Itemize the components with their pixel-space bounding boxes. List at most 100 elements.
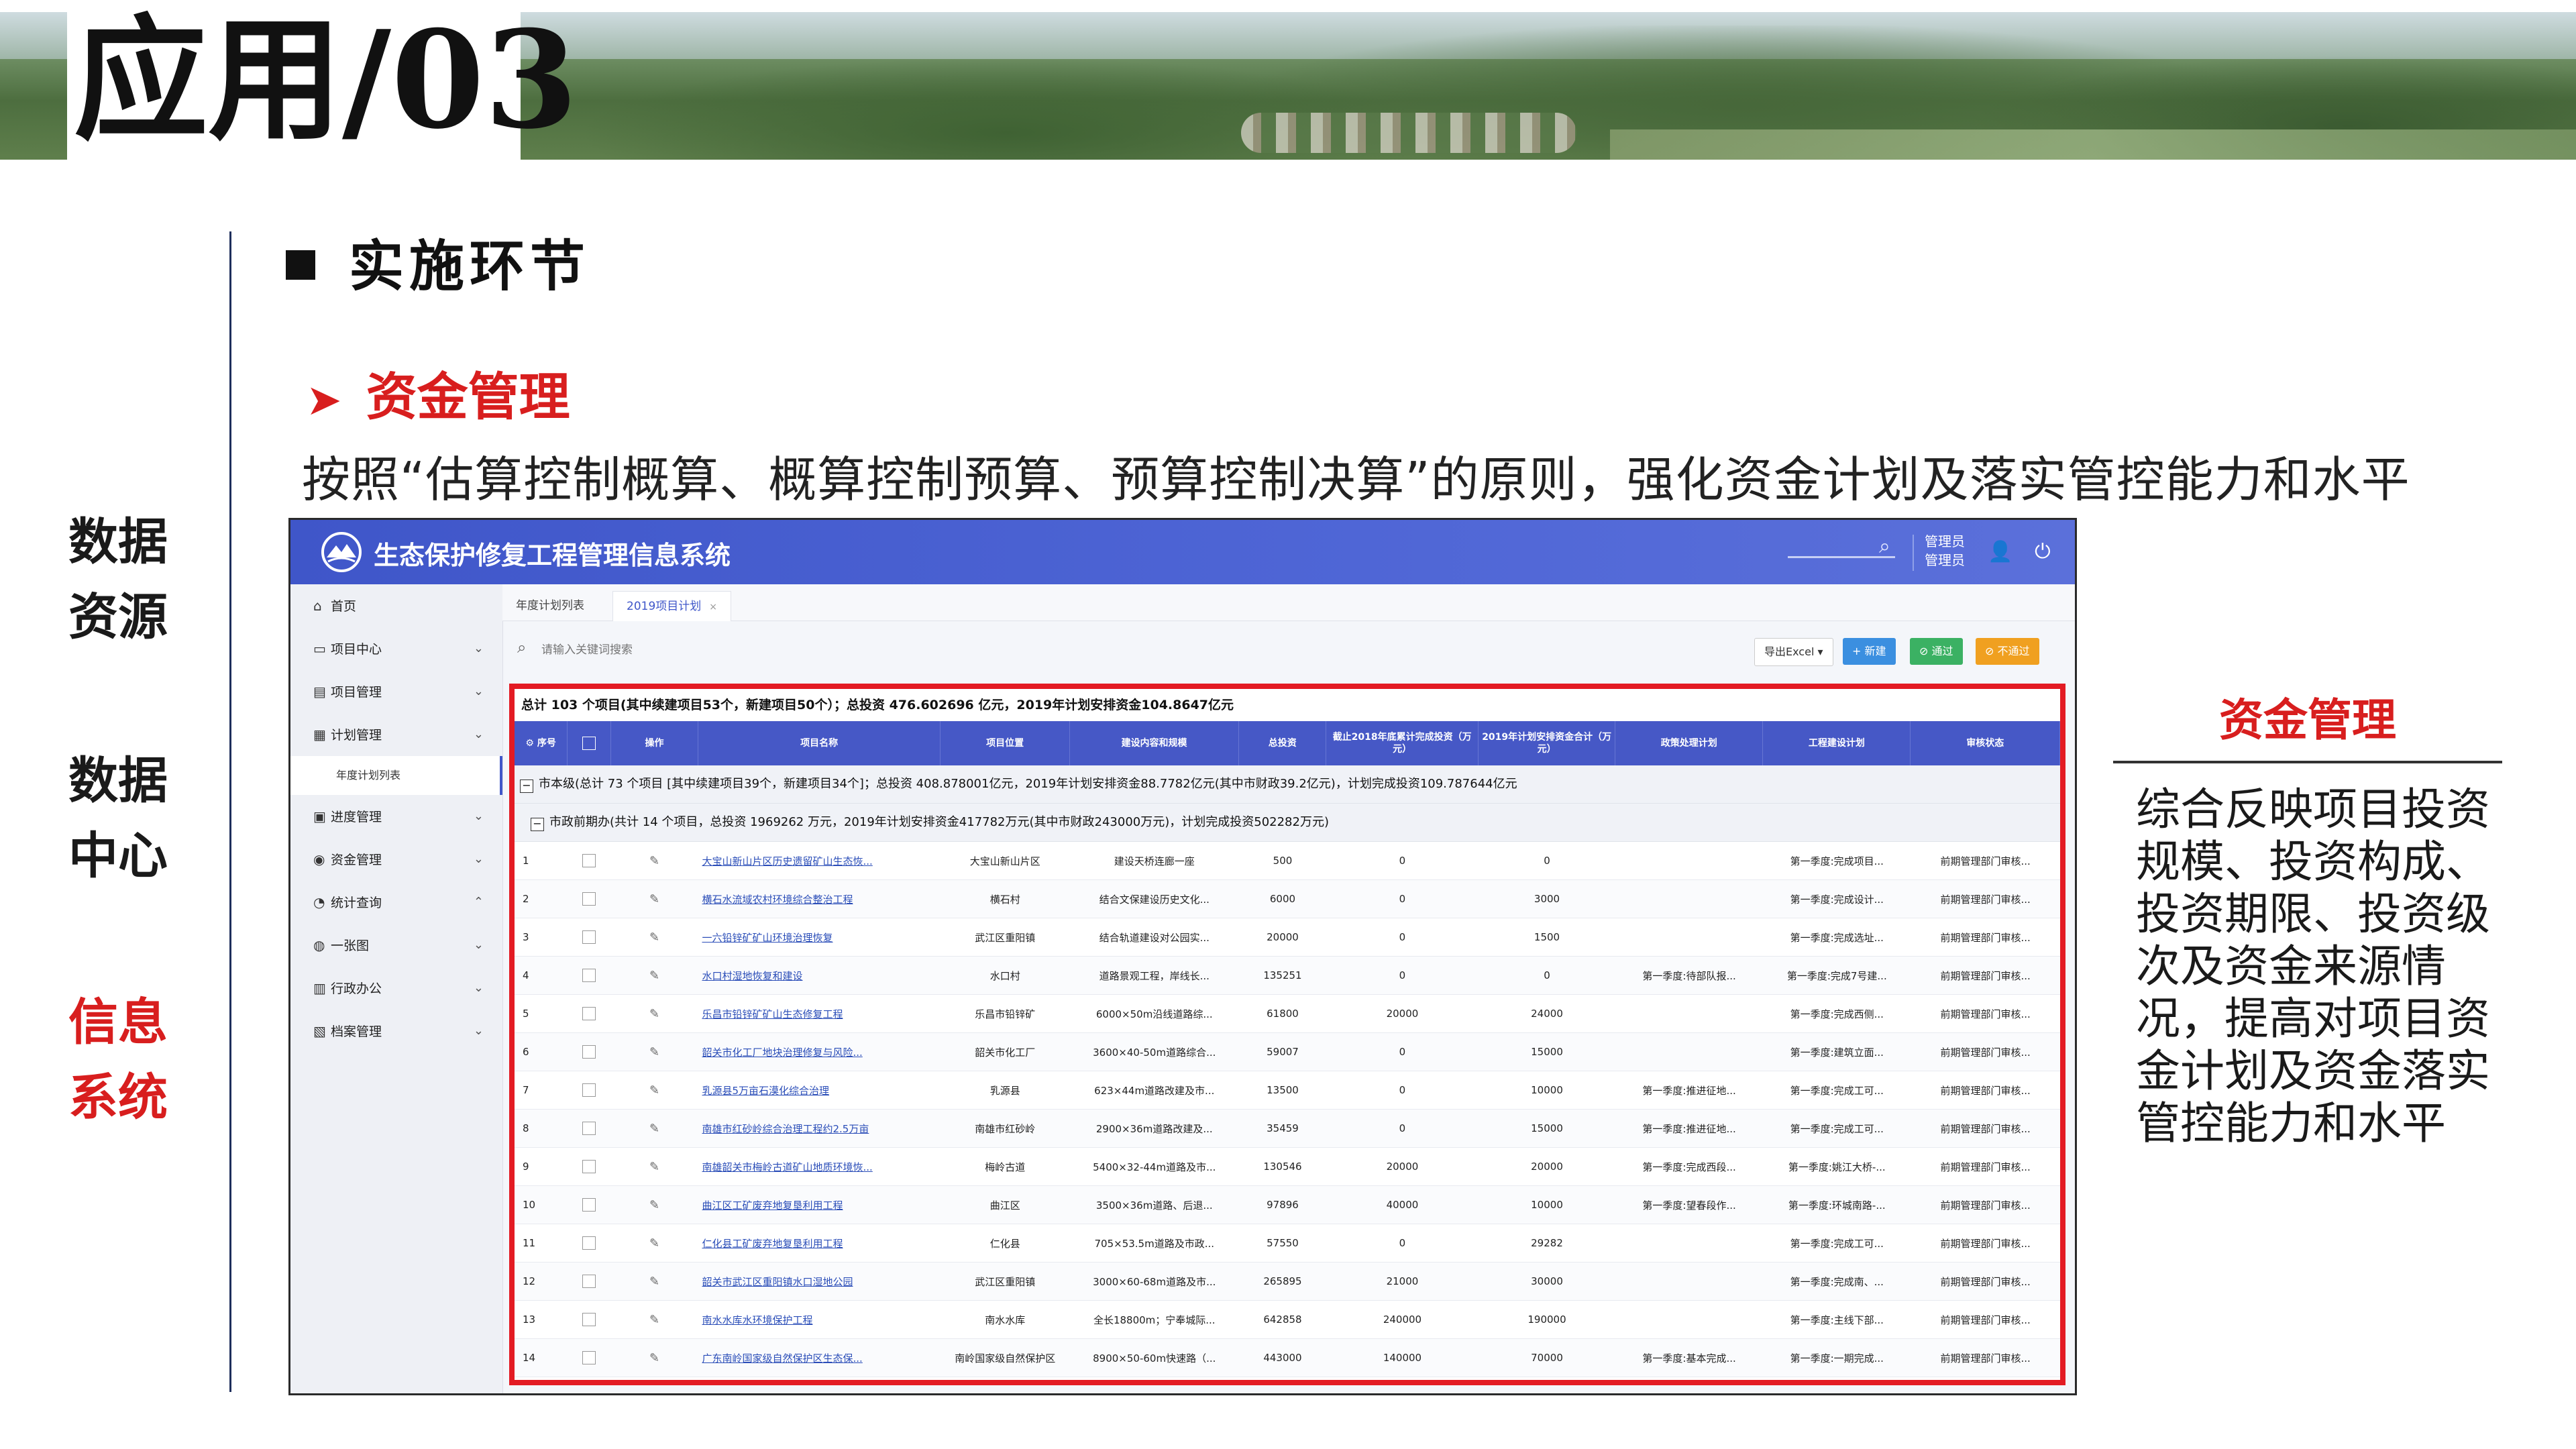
edit-icon[interactable]: ✎ — [649, 1160, 659, 1174]
cell-review-status: 前期管理部门审核... — [1911, 1071, 2060, 1110]
edit-icon[interactable]: ✎ — [649, 892, 659, 906]
cell-project-name-link[interactable]: 韶关市化工厂地块治理修复与风险... — [698, 1032, 941, 1071]
edit-icon[interactable]: ✎ — [649, 1236, 659, 1250]
group-row-city-level[interactable]: − 市本级(总计 73 个项目 [其中续建项目39个，新建项目34个]；总投资 4… — [515, 765, 2060, 804]
table-row[interactable]: 2 ✎ 横石水流域农村环境综合整治工程 横石村 结合文保建设历史文化... 6000 0 30… — [515, 879, 2060, 918]
sidebar-item-admin-office[interactable]: ▥ 行政办公 ⌄ — [290, 967, 502, 1010]
row-checkbox[interactable] — [582, 1007, 596, 1020]
row-checkbox[interactable] — [582, 1275, 596, 1288]
export-excel-button[interactable]: 导出Excel ▾ — [1754, 638, 1833, 666]
cell-project-name-link[interactable]: 南雄韶关市梅岭古道矿山地质环境恢... — [698, 1147, 941, 1186]
cell-project-name-link[interactable]: 横石水流域农村环境综合整治工程 — [698, 879, 941, 918]
side-label-info-system[interactable]: 信息 系统 — [64, 985, 172, 1135]
column-header-select-all[interactable] — [567, 721, 612, 765]
cell-project-name-link[interactable]: 仁化县工矿废弃地复垦利用工程 — [698, 1224, 941, 1263]
user-name[interactable]: 管理员 管理员 — [1925, 532, 1965, 570]
side-label-data-center[interactable]: 数据 中心 — [64, 743, 172, 894]
table-row[interactable]: 8 ✎ 南雄市红砂岭综合治理工程约2.5万亩 南雄市红砂岭 2900×36m道路改建及.… — [515, 1109, 2060, 1148]
table-row[interactable]: 12 ✎ 韶关市武江区重阳镇水口湿地公园 武江区重阳镇 3000×60-68m道路及市.… — [515, 1262, 2060, 1301]
cell-policy-plan — [1615, 1262, 1764, 1301]
row-checkbox[interactable] — [582, 1351, 596, 1364]
cell-project-name-link[interactable]: 一六铅锌矿矿山环境治理恢复 — [698, 918, 941, 957]
row-checkbox[interactable] — [582, 1313, 596, 1326]
sidebar-item-progress-management[interactable]: ▣ 进度管理 ⌄ — [290, 795, 502, 838]
tab-label: 2019项目计划 — [627, 600, 702, 613]
sidebar-item-project-center[interactable]: ▭ 项目中心 ⌄ — [290, 627, 502, 670]
edit-icon[interactable]: ✎ — [649, 930, 659, 945]
table-row[interactable]: 4 ✎ 水口村湿地恢复和建设 水口村 道路景观工程，岸线长... 135251 0 0 第一季度… — [515, 956, 2060, 995]
new-button[interactable]: + 新建 — [1843, 638, 1896, 665]
edit-icon[interactable]: ✎ — [649, 969, 659, 983]
row-checkbox[interactable] — [582, 1083, 596, 1097]
row-checkbox[interactable] — [582, 969, 596, 982]
edit-icon[interactable]: ✎ — [649, 1083, 659, 1097]
cell-content: 3500×36m道路、后退... — [1069, 1185, 1240, 1224]
table-row[interactable]: 1 ✎ 大宝山新山片区历史遗留矿山生态恢... 大宝山新山片区 建设天桥连廊一座 500 0… — [515, 842, 2060, 880]
cell-select — [567, 1338, 611, 1377]
sidebar-item-plan-management[interactable]: ▦ 计划管理 ⌄ — [290, 713, 502, 756]
cell-project-name-link[interactable]: 大宝山新山片区历史遗留矿山生态恢... — [698, 842, 941, 880]
edit-icon[interactable]: ✎ — [649, 1198, 659, 1212]
cell-project-name-link[interactable]: 乐昌市铅锌矿矿山生态修复工程 — [698, 994, 941, 1033]
close-icon[interactable]: × — [709, 602, 717, 612]
sidebar-item-project-management[interactable]: ▤ 项目管理 ⌄ — [290, 670, 502, 713]
cell-content: 道路景观工程，岸线长... — [1069, 956, 1240, 995]
tab-2019-project-plan[interactable]: 2019项目计划 × — [612, 591, 731, 621]
sidebar-item-one-map[interactable]: ◍ 一张图 ⌄ — [290, 924, 502, 967]
select-all-checkbox[interactable] — [582, 737, 596, 750]
edit-icon[interactable]: ✎ — [649, 1007, 659, 1021]
tab-annual-plan-list[interactable]: 年度计划列表 — [502, 591, 598, 621]
sidebar-item-statistics-query[interactable]: ◔ 统计查询 ⌃ — [290, 881, 502, 924]
group-row-municipal-office[interactable]: − 市政前期办(共计 14 个项目，总投资 1969262 万元，2019年计划安… — [515, 804, 2060, 842]
search-input[interactable] — [540, 638, 771, 662]
table-row[interactable]: 14 ✎ 广东南岭国家级自然保护区生态保... 南岭国家级自然保护区 8900×50-6… — [515, 1338, 2060, 1377]
cell-project-name-link[interactable]: 南水水库水环境保护工程 — [698, 1300, 941, 1339]
row-checkbox[interactable] — [582, 854, 596, 867]
cell-select — [567, 1300, 611, 1339]
edit-icon[interactable]: ✎ — [649, 1045, 659, 1059]
cell-content: 8900×50-60m快速路（... — [1069, 1338, 1240, 1377]
sidebar-item-archive-management[interactable]: ▧ 档案管理 ⌄ — [290, 1010, 502, 1053]
table-row[interactable]: 3 ✎ 一六铅锌矿矿山环境治理恢复 武江区重阳镇 结合轨道建设对公园实... 20000 0… — [515, 918, 2060, 957]
side-label-data-resources[interactable]: 数据 资源 — [64, 504, 172, 655]
table-row[interactable]: 9 ✎ 南雄韶关市梅岭古道矿山地质环境恢... 梅岭古道 5400×32-44m道路及市… — [515, 1147, 2060, 1186]
edit-icon[interactable]: ✎ — [649, 1122, 659, 1136]
cell-total-investment: 35459 — [1239, 1109, 1326, 1148]
approve-button[interactable]: ⊘ 通过 — [1910, 638, 1963, 665]
cell-project-name-link[interactable]: 水口村湿地恢复和建设 — [698, 956, 941, 995]
collapse-icon[interactable]: − — [531, 818, 544, 831]
table-row[interactable]: 6 ✎ 韶关市化工厂地块治理修复与风险... 韶关市化工厂 3600×40-50m道路综… — [515, 1032, 2060, 1071]
row-checkbox[interactable] — [582, 930, 596, 944]
reject-button[interactable]: ⊘ 不通过 — [1976, 638, 2039, 665]
edit-icon[interactable]: ✎ — [649, 1313, 659, 1327]
table-row[interactable]: 5 ✎ 乐昌市铅锌矿矿山生态修复工程 乐昌市铅锌矿 6000×50m沿线道路综... 61… — [515, 994, 2060, 1033]
table-row[interactable]: 7 ✎ 乳源县5万亩石漠化综合治理 乳源县 623×44m道路改建及市... 13500 0… — [515, 1071, 2060, 1110]
collapse-icon[interactable]: − — [520, 780, 533, 793]
column-header-index[interactable]: ⚙ 序号 — [515, 721, 568, 765]
edit-icon[interactable]: ✎ — [649, 1275, 659, 1289]
search-icon[interactable]: ⌕ — [1879, 535, 1890, 558]
edit-icon[interactable]: ✎ — [649, 1351, 659, 1365]
row-checkbox[interactable] — [582, 1045, 596, 1059]
row-checkbox[interactable] — [582, 1198, 596, 1212]
table-row[interactable]: 11 ✎ 仁化县工矿废弃地复垦利用工程 仁化县 705×53.5m道路及市政... 575… — [515, 1224, 2060, 1263]
row-checkbox[interactable] — [582, 1236, 596, 1250]
logout-icon[interactable]: ⏻ — [2035, 540, 2051, 564]
cell-project-name-link[interactable]: 南雄市红砂岭综合治理工程约2.5万亩 — [698, 1109, 941, 1148]
cell-location: 南岭国家级自然保护区 — [941, 1338, 1070, 1377]
sidebar-item-fund-management[interactable]: ◉ 资金管理 ⌄ — [290, 838, 502, 881]
cell-project-name-link[interactable]: 韶关市武江区重阳镇水口湿地公园 — [698, 1262, 941, 1301]
cell-project-name-link[interactable]: 曲江区工矿废弃地复垦利用工程 — [698, 1185, 941, 1224]
row-checkbox[interactable] — [582, 892, 596, 906]
gear-icon[interactable]: ⚙ — [525, 738, 534, 749]
table-row[interactable]: 13 ✎ 南水水库水环境保护工程 南水水库 全长18800m；宁奉城际... 642858… — [515, 1300, 2060, 1339]
edit-icon[interactable]: ✎ — [649, 854, 659, 868]
cell-project-name-link[interactable]: 广东南岭国家级自然保护区生态保... — [698, 1338, 941, 1377]
cell-project-name-link[interactable]: 乳源县5万亩石漠化综合治理 — [698, 1071, 941, 1110]
user-icon[interactable]: 👤 — [1988, 540, 2012, 564]
sidebar-subitem-annual-plan-list[interactable]: 年度计划列表 — [290, 756, 502, 795]
row-checkbox[interactable] — [582, 1122, 596, 1135]
row-checkbox[interactable] — [582, 1160, 596, 1173]
sidebar-item-home[interactable]: ⌂ 首页 — [290, 584, 502, 627]
table-row[interactable]: 10 ✎ 曲江区工矿废弃地复垦利用工程 曲江区 3500×36m道路、后退... 9789… — [515, 1185, 2060, 1224]
